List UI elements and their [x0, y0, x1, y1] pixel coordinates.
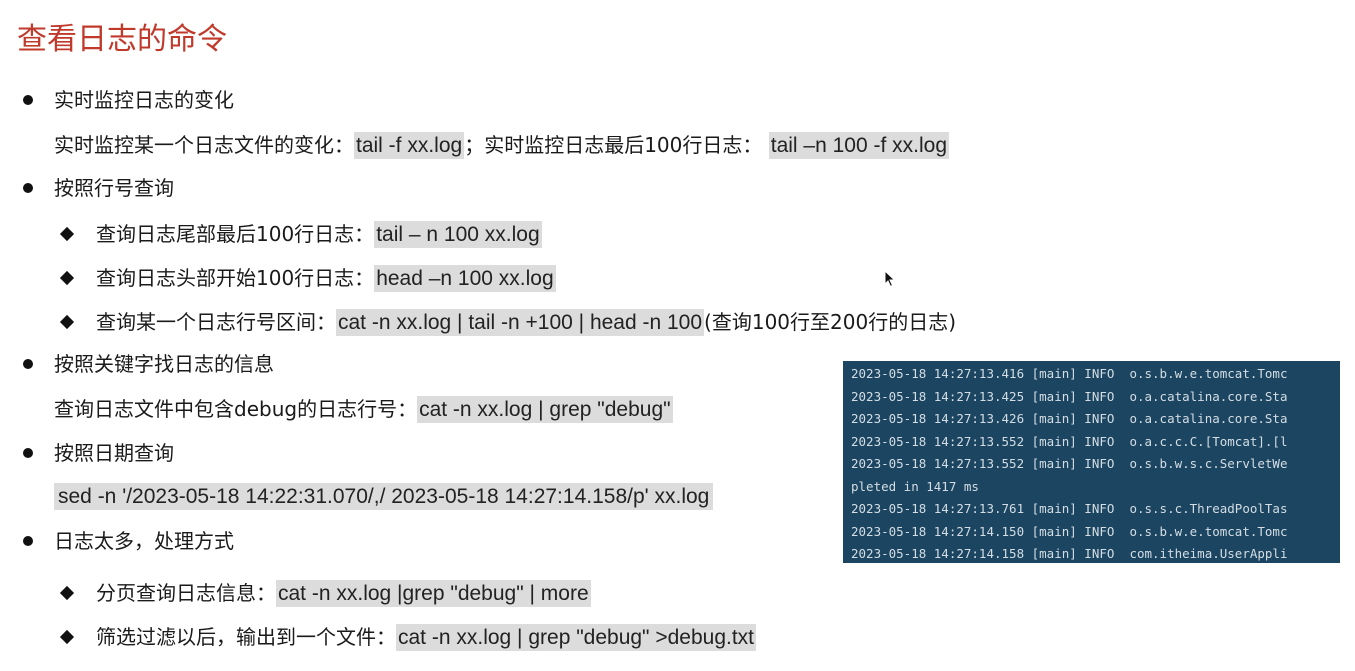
terminal-line: 2023-05-18 14:27:13.552 [main] INFO o.s.…: [851, 456, 1288, 471]
terminal-line: 2023-05-18 14:27:13.416 [main] INFO o.s.…: [851, 366, 1288, 381]
terminal-log-screenshot: 2023-05-18 14:27:13.416 [main] INFO o.s.…: [843, 361, 1340, 563]
bullet-dot: [23, 448, 33, 458]
bullet-dot: [23, 359, 33, 369]
terminal-line: 2023-05-18 14:27:13.761 [main] INFO o.s.…: [851, 501, 1288, 516]
section-heading-line-number: 按照行号查询: [54, 176, 174, 200]
terminal-line: 2023-05-18 14:27:14.150 [main] INFO o.s.…: [851, 523, 1288, 539]
line-item-label: 查询某一个日志行号区间：: [96, 310, 336, 334]
terminal-line: 2023-05-18 14:27:13.426 [main] INFO o.a.…: [851, 411, 1288, 426]
line-item-label: 筛选过滤以后，输出到一个文件：: [96, 625, 396, 649]
bullet-dot: [23, 183, 33, 193]
line-item-label: 查询日志头部开始100行日志：: [96, 266, 375, 290]
line-item-tail: 查询日志尾部最后100行日志：tail – n 100 xx.log: [96, 219, 542, 249]
diamond-bullet-icon: [59, 314, 75, 330]
range-code: cat -n xx.log | tail -n +100 | head -n 1…: [336, 309, 705, 336]
terminal-line: pleted in 1417 ms: [851, 478, 979, 494]
terminal-line: 2023-05-18 14:27:14.158 [main] INFO com.…: [851, 546, 1288, 561]
realtime-prefix: 实时监控某一个日志文件的变化：: [54, 133, 354, 157]
head-n-code: head –n 100 xx.log: [374, 265, 556, 292]
mouse-pointer-icon: [884, 270, 896, 288]
keyword-line: 查询日志文件中包含debug的日志行号：cat -n xx.log | grep…: [54, 394, 673, 424]
tail-n-f-code: tail –n 100 -f xx.log: [768, 132, 950, 159]
section-heading-date: 按照日期查询: [54, 441, 174, 465]
diamond-bullet-icon: [59, 629, 75, 645]
sed-code: sed -n '/2023-05-18 14:22:31.070/,/ 2023…: [54, 483, 714, 510]
line-item-head: 查询日志头部开始100行日志：head –n 100 xx.log: [96, 263, 556, 293]
bullet-dot: [23, 536, 33, 546]
grep-debug-code: cat -n xx.log | grep "debug": [417, 396, 673, 423]
line-item-label: 分页查询日志信息：: [96, 581, 276, 605]
realtime-mid: ；实时监控日志最后100行日志：: [464, 133, 763, 157]
realtime-line: 实时监控某一个日志文件的变化：tail -f xx.log ；实时监控日志最后10…: [54, 130, 950, 160]
diamond-bullet-icon: [59, 270, 75, 286]
keyword-prefix: 查询日志文件中包含debug的日志行号：: [54, 397, 418, 421]
more-code: cat -n xx.log |grep "debug" | more: [276, 580, 591, 607]
redirect-code: cat -n xx.log | grep "debug" >debug.txt: [396, 624, 757, 651]
line-item-more: 分页查询日志信息：cat -n xx.log |grep "debug" | m…: [96, 578, 591, 608]
section-heading-too-many: 日志太多，处理方式: [54, 529, 234, 553]
bullet-dot: [23, 95, 33, 105]
diamond-bullet-icon: [59, 585, 75, 601]
line-item-range: 查询某一个日志行号区间：cat -n xx.log | tail -n +100…: [96, 307, 956, 337]
terminal-line: 2023-05-18 14:27:13.552 [main] INFO o.a.…: [851, 433, 1288, 449]
date-line: sed -n '/2023-05-18 14:22:31.070/,/ 2023…: [54, 481, 714, 511]
line-item-output-file: 筛选过滤以后，输出到一个文件：cat -n xx.log | grep "deb…: [96, 622, 757, 652]
tail-f-code: tail -f xx.log: [354, 132, 465, 159]
page-title: 查看日志的命令: [17, 22, 227, 57]
diamond-bullet-icon: [59, 226, 75, 242]
tail-n-code: tail – n 100 xx.log: [374, 221, 542, 248]
range-suffix: (查询100行至200行的日志): [704, 310, 956, 334]
section-heading-keyword: 按照关键字找日志的信息: [54, 352, 274, 376]
terminal-line: 2023-05-18 14:27:13.425 [main] INFO o.a.…: [851, 388, 1288, 404]
line-item-label: 查询日志尾部最后100行日志：: [96, 222, 375, 246]
section-heading-realtime: 实时监控日志的变化: [54, 88, 234, 112]
